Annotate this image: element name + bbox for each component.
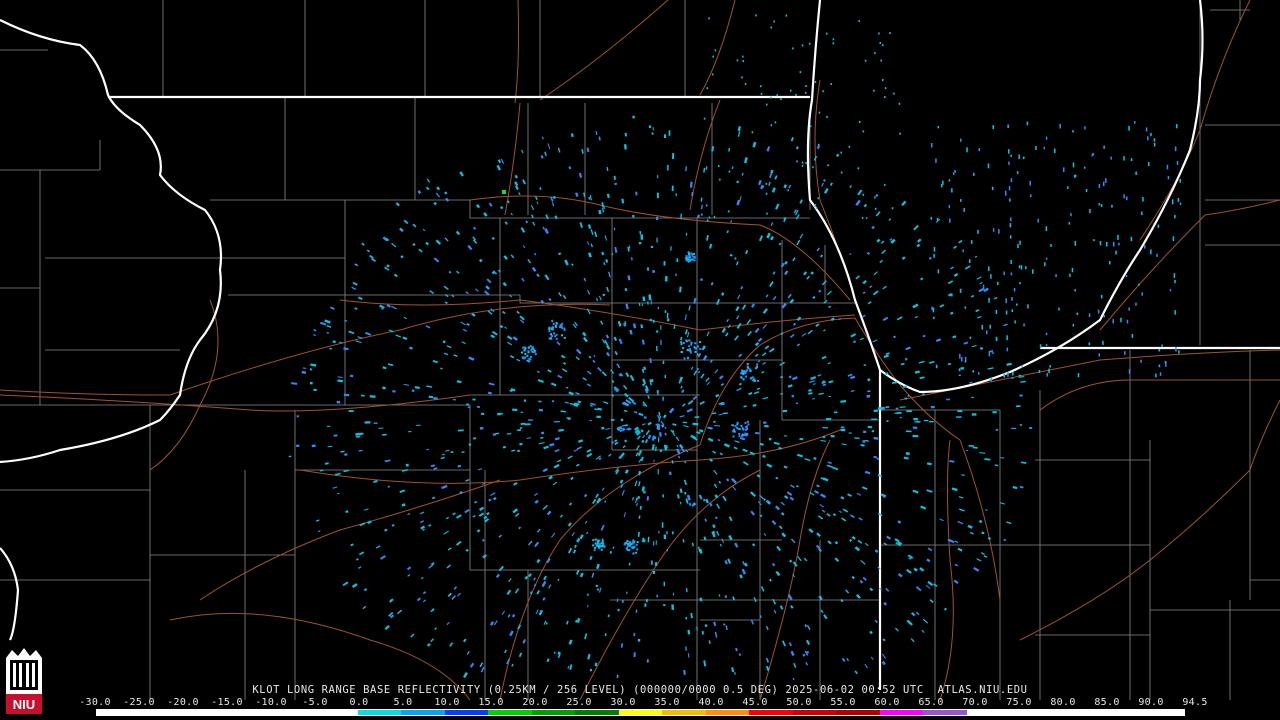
state-borders [0,0,1280,690]
colorbar-label: 50.0 [786,697,812,708]
colorbar-label: 5.0 [393,697,413,708]
colorbar-segment [836,710,880,715]
colorbar-segment [314,710,358,715]
colorbar-segment [618,710,663,715]
county-lines [0,0,1280,700]
colorbar-segment [792,710,837,715]
colorbar-label: 85.0 [1094,697,1120,708]
colorbar-segment [357,710,402,715]
colorbar-label: 45.0 [742,697,768,708]
colorbar-segment [401,710,445,715]
colorbar-label: 15.0 [478,697,504,708]
colorbar-label: 40.0 [698,697,724,708]
colorbar-labels: -30.0 -25.0 -20.0 -15.0 -10.0 -5.0 0.0 5.0 10.0 1… [79,697,1207,709]
colorbar-segment [531,710,576,715]
colorbar-segment [270,710,315,715]
colorbar-segment [705,710,750,715]
colorbar-segment [140,710,184,715]
colorbar-label: 75.0 [1006,697,1032,708]
colorbar-segment [749,710,793,715]
colorbar-segment [227,710,271,715]
radar-map [0,0,1280,701]
colorbar-label: -10.0 [255,697,287,708]
colorbar-label: 30.0 [610,697,636,708]
highway-lines [0,0,1280,701]
colorbar-segment [488,710,532,715]
colorbar-segment [966,710,1011,715]
colorbar-label: -30.0 [79,697,111,708]
colorbar-label: 80.0 [1050,697,1076,708]
colorbar-label: 20.0 [522,697,548,708]
colorbar-segment [97,710,141,715]
product-title: KLOT LONG RANGE BASE REFLECTIVITY (0.25K… [252,684,1028,696]
colorbar-label: -5.0 [302,697,328,708]
colorbar-label: 94.5 [1182,697,1208,708]
colorbar-label: 10.0 [434,697,460,708]
colorbar-label: -15.0 [211,697,243,708]
colorbar-label: 65.0 [918,697,944,708]
colorbar-segment [444,710,489,715]
colorbar-segment [183,710,228,715]
colorbar-segment [662,710,706,715]
colorbar-label: 0.0 [349,697,369,708]
colorbar-segment [1140,710,1185,715]
colorbar-segment [923,710,967,715]
colorbar-segment [1053,710,1098,715]
reflectivity-colorbar [96,709,1185,716]
niu-logo: NIU [6,648,42,714]
colorbar-label: 25.0 [566,697,592,708]
colorbar-segment [879,710,924,715]
colorbar-segment [1097,710,1141,715]
colorbar-label: 90.0 [1138,697,1164,708]
colorbar-segment [1010,710,1054,715]
colorbar-label: 70.0 [962,697,988,708]
colorbar-label: -20.0 [167,697,199,708]
colorbar-label: 55.0 [830,697,856,708]
colorbar-label: 60.0 [874,697,900,708]
logo-text: NIU [13,697,35,712]
colorbar-label: 35.0 [654,697,680,708]
colorbar-label: -25.0 [123,697,155,708]
colorbar-segment [575,710,619,715]
